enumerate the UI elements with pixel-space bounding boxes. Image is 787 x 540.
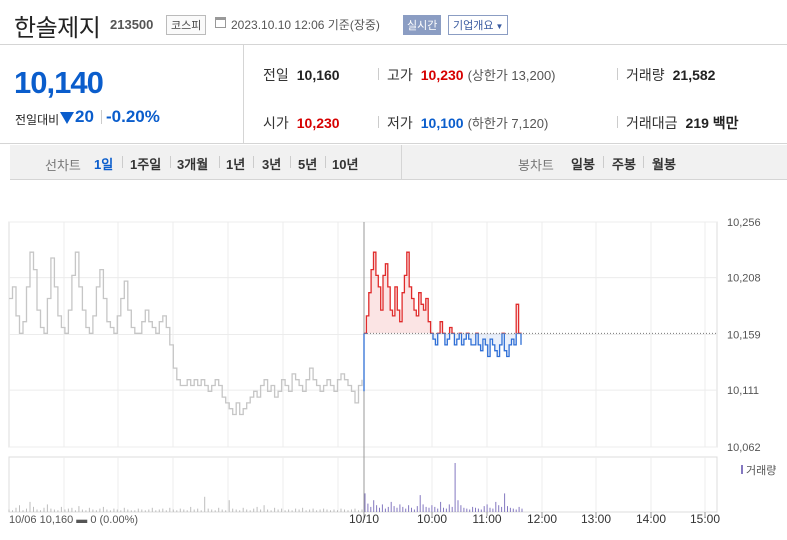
- change-label: 전일대비: [15, 113, 60, 127]
- high-value: 10,230: [420, 67, 464, 83]
- tab-daily-candle[interactable]: 일봉: [571, 154, 595, 173]
- divider: [253, 156, 254, 168]
- divider: [325, 156, 326, 168]
- low-stat: 저가 10,100 (하한가 7,120): [387, 113, 548, 133]
- tab-3month[interactable]: 3개월: [177, 154, 208, 173]
- current-price: 10,140: [14, 65, 104, 100]
- y-tick-label: 10,256: [727, 217, 761, 229]
- tab-1day[interactable]: 1일: [94, 154, 113, 173]
- y-tick-label: 10,111: [727, 385, 759, 397]
- y-tick-label: 10,208: [727, 273, 761, 285]
- period-tabs: 선차트 1일 1주일 3개월 1년 3년 5년 10년 봉차트 일봉 주봉 월봉: [10, 145, 787, 180]
- prev-close-stat: 전일 10,160: [263, 65, 340, 85]
- divider: [378, 116, 379, 128]
- candle-chart-title: 봉차트: [518, 158, 554, 173]
- divider: [603, 156, 604, 168]
- volume-legend-label: 거래량: [746, 464, 776, 477]
- change-value: 20: [75, 107, 94, 126]
- divider: [617, 116, 618, 128]
- trade-value: 219 백만: [685, 115, 739, 131]
- lower-limit: (하한가 7,120): [467, 116, 549, 131]
- tab-1year[interactable]: 1년: [226, 154, 245, 173]
- stock-name: 한솔제지: [14, 15, 101, 42]
- divider: [643, 156, 644, 168]
- high-label: 고가: [387, 67, 413, 83]
- volume-frame: [8, 456, 718, 513]
- high-stat: 고가 10,230 (상한가 13,200): [387, 65, 556, 85]
- tab-monthly-candle[interactable]: 월봉: [652, 154, 676, 173]
- company-overview-label: 기업개요: [453, 20, 494, 32]
- tab-5year[interactable]: 5년: [298, 154, 317, 173]
- y-tick-label: 10,159: [727, 330, 761, 342]
- company-overview-dropdown[interactable]: 기업개요 ▼: [448, 15, 509, 35]
- divider: [122, 156, 123, 168]
- divider: [290, 156, 291, 168]
- intraday-price-chart[interactable]: 10,25610,20810,15910,11110,062거래량10/10 10…: [0, 180, 787, 540]
- divider: [617, 68, 618, 80]
- down-triangle-icon: [60, 112, 74, 124]
- upper-limit: (상한가 13,200): [467, 68, 556, 83]
- prev-close-label: 전일: [263, 67, 289, 83]
- tab-1week[interactable]: 1주일: [130, 154, 161, 173]
- change-rate: -0.20%: [106, 107, 160, 126]
- low-value: 10,100: [420, 115, 464, 131]
- stock-code: 213500: [110, 17, 154, 32]
- realtime-button[interactable]: 실시간: [403, 15, 442, 35]
- previous-day-summary: 10/06 10,160 ▬ 0 (0.00%): [9, 514, 138, 526]
- volume-value: 21,582: [672, 67, 716, 83]
- volume-stat: 거래량 21,582: [626, 65, 715, 85]
- current-price-box: 10,140 전일대비 20 -0.20%: [0, 45, 244, 143]
- open-value: 10,230: [296, 115, 340, 131]
- tab-10year[interactable]: 10년: [332, 154, 358, 173]
- open-label: 시가: [263, 115, 289, 131]
- divider: [170, 156, 171, 168]
- prev-close-value: 10,160: [296, 67, 340, 83]
- divider: [101, 110, 102, 124]
- calendar-icon: [215, 17, 226, 28]
- low-label: 저가: [387, 115, 413, 131]
- stock-header: 한솔제지 213500 코스피 2023.10.10 12:06 기준(장중) …: [0, 0, 787, 44]
- chevron-down-icon: ▼: [495, 22, 504, 31]
- price-info-panel: 10,140 전일대비 20 -0.20% 전일 10,160 고가 10,230(…: [0, 44, 787, 144]
- market-badge: 코스피: [166, 15, 207, 35]
- tab-3year[interactable]: 3년: [262, 154, 281, 173]
- trade-value-stat: 거래대금 219 백만: [626, 113, 739, 133]
- volume-legend-swatch: [741, 465, 743, 474]
- divider: [219, 156, 220, 168]
- timestamp: 2023.10.10 12:06 기준(장중): [231, 18, 380, 32]
- line-chart-title: 선차트: [45, 158, 81, 173]
- open-stat: 시가 10,230: [263, 113, 340, 133]
- divider: [401, 145, 402, 180]
- trade-value-label: 거래대금: [626, 115, 678, 131]
- y-tick-label: 10,062: [727, 442, 761, 454]
- volume-label: 거래량: [626, 67, 665, 83]
- tab-weekly-candle[interactable]: 주봉: [612, 154, 636, 173]
- divider: [378, 68, 379, 80]
